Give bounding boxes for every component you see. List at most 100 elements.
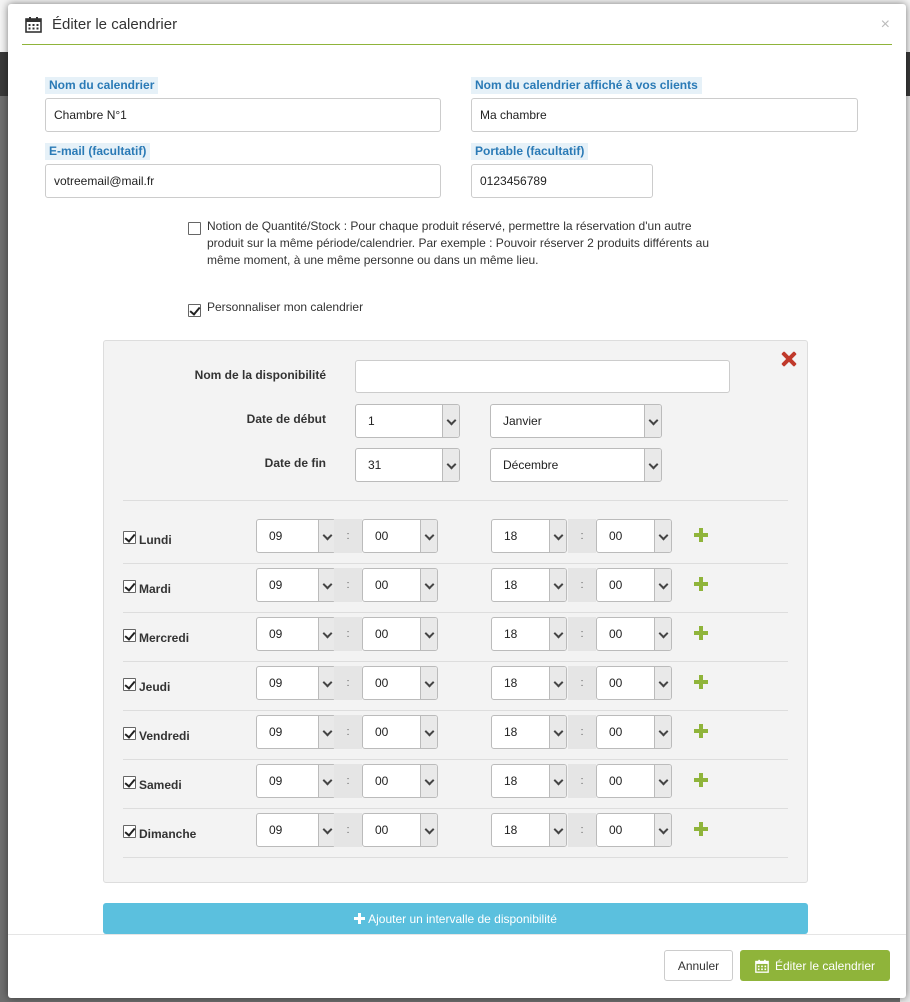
start-day-value: 1 xyxy=(368,414,375,428)
calendar-icon xyxy=(25,16,42,33)
day-checkbox-mardi[interactable] xyxy=(123,580,136,593)
plus-icon xyxy=(354,913,366,924)
time-separator: : xyxy=(568,617,596,651)
save-calendar-button[interactable]: Éditer le calendrier xyxy=(740,950,890,981)
email-field[interactable]: votreemail@mail.fr xyxy=(45,164,441,198)
to-hour-select-dimanche-value: 18 xyxy=(504,823,518,837)
to-hour-select-lundi[interactable]: 18 xyxy=(491,519,567,553)
chevron-down-icon xyxy=(654,618,671,650)
from-hour-select-samedi[interactable]: 09 xyxy=(256,764,336,798)
start-month-select[interactable]: Janvier xyxy=(490,404,662,438)
to-minute-select-mercredi[interactable]: 00 xyxy=(596,617,672,651)
to-minute-select-vendredi[interactable]: 00 xyxy=(596,715,672,749)
client-calendar-name-input[interactable]: Ma chambre xyxy=(471,98,858,132)
close-icon[interactable]: × xyxy=(881,17,890,33)
chevron-down-icon xyxy=(318,667,335,699)
delete-availability-icon[interactable] xyxy=(781,351,797,367)
mobile-label: Portable (facultatif) xyxy=(471,143,589,160)
chevron-down-icon xyxy=(318,765,335,797)
to-minute-select-dimanche[interactable]: 00 xyxy=(596,813,672,847)
stock-description: Notion de Quantité/Stock : Pour chaque p… xyxy=(207,218,709,269)
add-interval-label: Ajouter un intervalle de disponibilité xyxy=(368,911,557,926)
to-hour-select-jeudi[interactable]: 18 xyxy=(491,666,567,700)
day-checkbox-mercredi[interactable] xyxy=(123,629,136,642)
day-checkbox-dimanche[interactable] xyxy=(123,825,136,838)
from-minute-select-samedi[interactable]: 00 xyxy=(362,764,438,798)
row-divider xyxy=(123,808,788,809)
from-minute-select-mercredi[interactable]: 00 xyxy=(362,617,438,651)
row-divider xyxy=(123,612,788,613)
from-hour-select-vendredi[interactable]: 09 xyxy=(256,715,336,749)
from-minute-select-vendredi[interactable]: 00 xyxy=(362,715,438,749)
customize-checkbox[interactable] xyxy=(188,304,201,317)
stock-text-line-1: Notion de Quantité/Stock : Pour chaque p… xyxy=(207,219,692,233)
to-hour-select-vendredi[interactable]: 18 xyxy=(491,715,567,749)
start-date-label: Date de début xyxy=(246,412,326,426)
add-time-slot-icon[interactable] xyxy=(694,675,708,689)
from-minute-select-mercredi-value: 00 xyxy=(375,627,389,641)
to-minute-select-mardi[interactable]: 00 xyxy=(596,568,672,602)
to-hour-select-samedi[interactable]: 18 xyxy=(491,764,567,798)
footer-divider xyxy=(8,934,906,935)
day-checkbox-lundi[interactable] xyxy=(123,531,136,544)
availability-name-input[interactable] xyxy=(355,360,730,393)
to-minute-select-lundi[interactable]: 00 xyxy=(596,519,672,553)
cancel-button[interactable]: Annuler xyxy=(664,950,733,981)
end-month-select[interactable]: Décembre xyxy=(490,448,662,482)
day-checkbox-samedi[interactable] xyxy=(123,776,136,789)
chevron-down-icon xyxy=(644,405,661,437)
chevron-down-icon xyxy=(318,569,335,601)
from-minute-select-jeudi[interactable]: 00 xyxy=(362,666,438,700)
day-label-jeudi: Jeudi xyxy=(139,680,171,694)
stock-checkbox[interactable] xyxy=(188,222,201,235)
add-time-slot-icon[interactable] xyxy=(694,822,708,836)
day-label-lundi: Lundi xyxy=(139,533,172,547)
to-hour-select-samedi-value: 18 xyxy=(504,774,518,788)
time-separator: : xyxy=(568,715,596,749)
chevron-down-icon xyxy=(549,618,566,650)
row-divider xyxy=(123,563,788,564)
from-hour-select-dimanche[interactable]: 09 xyxy=(256,813,336,847)
calendar-name-label: Nom du calendrier xyxy=(45,77,159,94)
from-hour-select-samedi-value: 09 xyxy=(269,774,283,788)
end-day-select[interactable]: 31 xyxy=(355,448,460,482)
time-separator: : xyxy=(334,666,362,700)
to-minute-select-samedi[interactable]: 00 xyxy=(596,764,672,798)
start-day-select[interactable]: 1 xyxy=(355,404,460,438)
chevron-down-icon xyxy=(549,520,566,552)
day-checkbox-vendredi[interactable] xyxy=(123,727,136,740)
add-interval-button[interactable]: Ajouter un intervalle de disponibilité xyxy=(103,903,808,934)
to-minute-select-lundi-value: 00 xyxy=(609,529,623,543)
from-minute-select-mardi[interactable]: 00 xyxy=(362,568,438,602)
from-minute-select-dimanche[interactable]: 00 xyxy=(362,813,438,847)
calendar-name-input[interactable]: Chambre N°1 xyxy=(45,98,441,132)
row-divider xyxy=(123,661,788,662)
to-minute-select-jeudi[interactable]: 00 xyxy=(596,666,672,700)
from-hour-select-lundi[interactable]: 09 xyxy=(256,519,336,553)
time-separator: : xyxy=(568,519,596,553)
from-hour-select-mercredi[interactable]: 09 xyxy=(256,617,336,651)
from-hour-select-dimanche-value: 09 xyxy=(269,823,283,837)
day-checkbox-jeudi[interactable] xyxy=(123,678,136,691)
add-time-slot-icon[interactable] xyxy=(694,724,708,738)
add-time-slot-icon[interactable] xyxy=(694,773,708,787)
chevron-down-icon xyxy=(420,716,437,748)
stock-text-line-3: même moment, à une même personne ou dans… xyxy=(207,253,539,267)
to-hour-select-dimanche[interactable]: 18 xyxy=(491,813,567,847)
from-hour-select-vendredi-value: 09 xyxy=(269,725,283,739)
from-minute-select-lundi-value: 00 xyxy=(375,529,389,543)
chevron-down-icon xyxy=(420,765,437,797)
from-minute-select-vendredi-value: 00 xyxy=(375,725,389,739)
to-hour-select-mardi[interactable]: 18 xyxy=(491,568,567,602)
add-time-slot-icon[interactable] xyxy=(694,577,708,591)
from-hour-select-mardi[interactable]: 09 xyxy=(256,568,336,602)
from-minute-select-lundi[interactable]: 00 xyxy=(362,519,438,553)
to-hour-select-mercredi[interactable]: 18 xyxy=(491,617,567,651)
from-hour-select-jeudi[interactable]: 09 xyxy=(256,666,336,700)
day-label-mardi: Mardi xyxy=(139,582,172,596)
to-hour-select-lundi-value: 18 xyxy=(504,529,518,543)
from-minute-select-dimanche-value: 00 xyxy=(375,823,389,837)
mobile-field[interactable]: 0123456789 xyxy=(471,164,653,198)
add-time-slot-icon[interactable] xyxy=(694,528,708,542)
add-time-slot-icon[interactable] xyxy=(694,626,708,640)
